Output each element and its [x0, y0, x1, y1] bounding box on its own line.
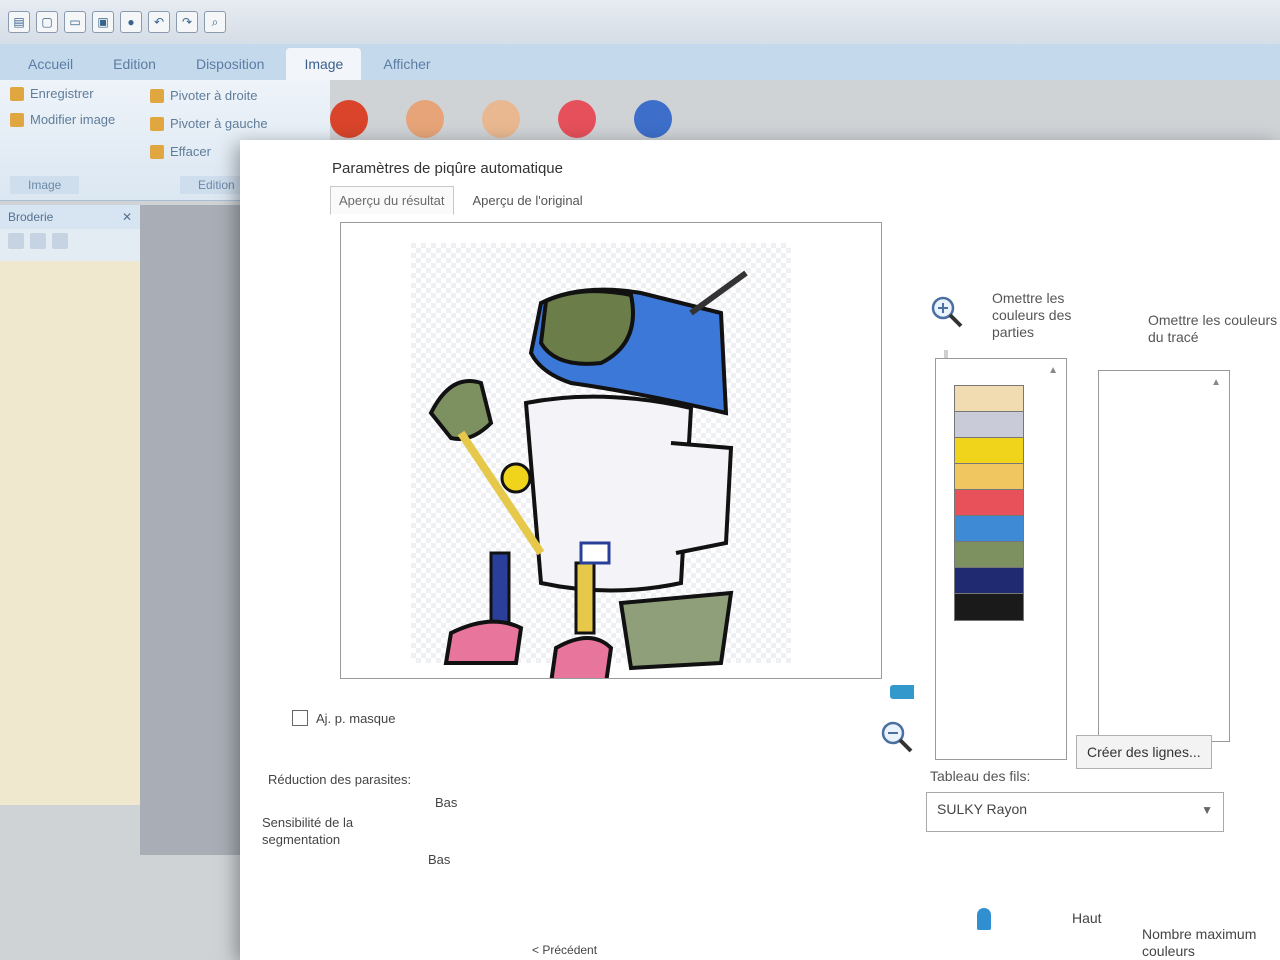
add-mask-option[interactable]: Aj. p. masque [292, 710, 396, 726]
thumbnail-pen-icon[interactable] [634, 100, 672, 138]
ribbon-rotate-left-label: Pivoter à gauche [170, 116, 268, 131]
color-swatch[interactable] [954, 489, 1024, 517]
rotate-left-icon [150, 116, 164, 131]
zoom-out-icon[interactable] [880, 720, 914, 754]
panel-tools [0, 229, 140, 261]
thread-table-value: SULKY Rayon [937, 801, 1028, 817]
slider-high-label: Haut [1072, 910, 1102, 926]
part-colors-list[interactable]: ▲ [935, 358, 1067, 760]
thumbnail-strawberry-icon[interactable] [558, 100, 596, 138]
trace-colors-list[interactable]: ▲ [1098, 370, 1230, 742]
chevron-up-icon[interactable]: ▲ [1048, 365, 1058, 376]
ribbon-save-label: Enregistrer [30, 86, 94, 101]
redo-icon[interactable]: ↷ [176, 11, 198, 33]
omit-trace-colors-label: Omettre les couleurs du tracé [1148, 312, 1278, 345]
zoom-icon[interactable]: ⌕ [204, 11, 226, 33]
broderie-panel: Broderie ✕ [0, 205, 141, 805]
noise-reduction-label: Réduction des parasites: [268, 772, 412, 787]
tab-original-preview[interactable]: Aperçu de l'original [464, 186, 592, 215]
color-swatch[interactable] [954, 437, 1024, 465]
add-mask-label: Aj. p. masque [316, 710, 396, 726]
thumbnail-apple-icon[interactable] [330, 100, 368, 138]
result-preview-pane[interactable] [340, 222, 882, 679]
tab-accueil[interactable]: Accueil [10, 48, 91, 80]
tab-image[interactable]: Image [286, 48, 362, 80]
embroidery-preview-image [411, 243, 791, 678]
new-icon[interactable]: ▢ [36, 11, 58, 33]
globe-icon[interactable]: ● [120, 11, 142, 33]
erase-icon [150, 144, 164, 159]
rotate-right-icon [150, 88, 164, 103]
tab-edition[interactable]: Edition [95, 48, 174, 80]
tab-disposition[interactable]: Disposition [178, 48, 282, 80]
open-icon[interactable]: ▭ [64, 11, 86, 33]
thread-table-label: Tableau des fils: [930, 768, 1031, 784]
segmentation-label: Sensibilité de la segmentation [262, 815, 354, 847]
ribbon-modify-image[interactable]: Modifier image [10, 112, 115, 127]
tool-icon[interactable] [52, 233, 68, 249]
ribbon-save[interactable]: Enregistrer [10, 86, 94, 101]
close-icon[interactable]: ✕ [122, 210, 132, 224]
ribbon-rotate-right[interactable]: Pivoter à droite [150, 88, 257, 103]
chevron-down-icon[interactable]: ▼ [1201, 803, 1213, 817]
group-image: Image [10, 176, 80, 194]
zoom-in-icon[interactable] [930, 295, 964, 329]
create-lines-button[interactable]: Créer des lignes... [1076, 735, 1212, 769]
menu-icon[interactable]: ▤ [8, 11, 30, 33]
color-swatch[interactable] [954, 385, 1024, 413]
tool-icon[interactable] [8, 233, 24, 249]
tool-icon[interactable] [30, 233, 46, 249]
thumbnail-face-icon[interactable] [406, 100, 444, 138]
ribbon-erase-label: Effacer [170, 144, 211, 159]
color-swatch[interactable] [954, 541, 1024, 569]
ribbon-erase[interactable]: Effacer [150, 144, 211, 159]
save-icon [10, 86, 24, 101]
undo-icon[interactable]: ↶ [148, 11, 170, 33]
panel-title: Broderie [8, 210, 54, 224]
zoom-slider-thumb[interactable] [890, 685, 914, 699]
color-swatch[interactable] [954, 515, 1024, 543]
dialog-title: Paramètres de piqûre automatique [332, 160, 563, 177]
thumbnail-face-2-icon[interactable] [482, 100, 520, 138]
colors-slider-thumb[interactable] [977, 908, 991, 930]
dialog-tabs: Aperçu du résultat Aperçu de l'original [330, 186, 592, 215]
ribbon-modify-label: Modifier image [30, 112, 116, 127]
save-icon[interactable]: ▣ [92, 11, 114, 33]
ribbon-rotate-left[interactable]: Pivoter à gauche [150, 116, 268, 131]
previous-button[interactable]: < Précédent [532, 943, 597, 957]
panel-header: Broderie ✕ [0, 205, 140, 229]
tab-afficher[interactable]: Afficher [365, 48, 448, 80]
omit-part-colors-label: Omettre les couleurs des parties [992, 290, 1072, 340]
color-swatch[interactable] [954, 411, 1024, 439]
chevron-up-icon[interactable]: ▲ [1211, 377, 1221, 388]
max-colors-label: Nombre maximum [1142, 926, 1257, 942]
image-icon [10, 112, 24, 127]
max-colors-label-2: couleurs [1142, 943, 1195, 959]
noise-reduction-value[interactable]: Bas [435, 795, 457, 810]
ribbon-tabs: Accueil Edition Disposition Image Affich… [0, 44, 1280, 80]
ribbon-rotate-right-label: Pivoter à droite [170, 88, 258, 103]
color-swatch[interactable] [954, 463, 1024, 491]
segmentation-value[interactable]: Bas [428, 852, 450, 867]
color-swatch[interactable] [954, 593, 1024, 621]
auto-stitch-dialog: Paramètres de piqûre automatique Aperçu … [240, 140, 1280, 960]
color-swatch[interactable] [954, 567, 1024, 595]
add-mask-checkbox[interactable] [292, 710, 308, 726]
quick-access-toolbar: ▤ ▢ ▭ ▣ ● ↶ ↷ ⌕ [0, 0, 1280, 44]
thread-table-select[interactable]: SULKY Rayon ▼ [926, 792, 1224, 832]
tab-result-preview[interactable]: Aperçu du résultat [330, 186, 454, 215]
